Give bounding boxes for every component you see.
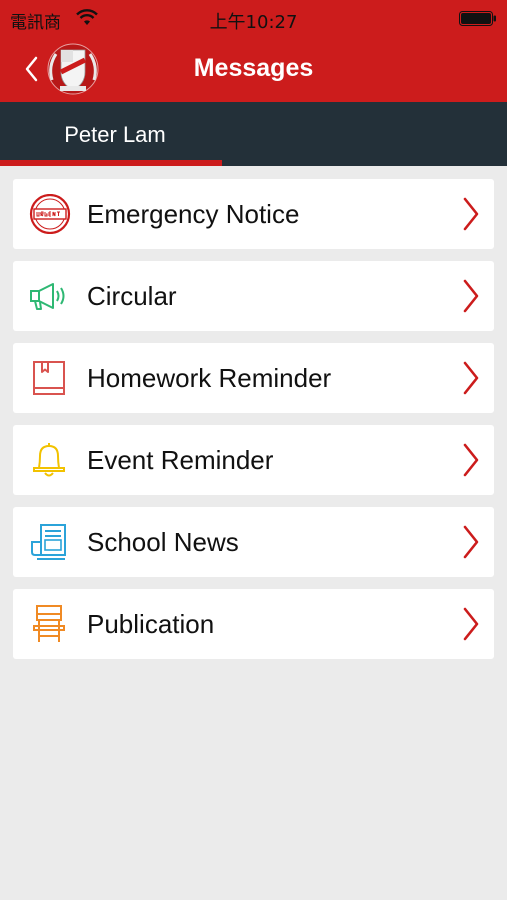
- status-bar: 電訊商 上午10:27: [0, 0, 507, 38]
- book-icon: [33, 361, 65, 395]
- tab-selected-indicator: [0, 160, 222, 166]
- battery-icon: [459, 11, 496, 26]
- list-item-label: Homework Reminder: [87, 363, 332, 393]
- list-item-school-news[interactable]: School News: [13, 507, 494, 577]
- list-item-label: Event Reminder: [87, 445, 274, 475]
- newspaper-icon: [31, 524, 66, 560]
- message-category-list: Emergency Notice Circular Homework Remin…: [13, 179, 494, 671]
- urgent-stamp-icon: [29, 194, 71, 234]
- list-item-label: Emergency Notice: [87, 199, 300, 229]
- tab-student[interactable]: Peter Lam: [0, 102, 222, 166]
- nav-bar: Messages: [0, 38, 507, 102]
- chevron-right-icon: [463, 443, 479, 477]
- page-title: Messages: [193, 54, 314, 82]
- clock: 上午10:27: [209, 12, 298, 33]
- list-item-label: Circular: [87, 281, 177, 311]
- chevron-right-icon: [463, 525, 479, 559]
- megaphone-icon: [30, 283, 65, 310]
- chevron-right-icon: [463, 279, 479, 313]
- list-item-circular[interactable]: Circular: [13, 261, 494, 331]
- list-item-emergency-notice[interactable]: Emergency Notice: [13, 179, 494, 249]
- list-item-label: Publication: [87, 609, 215, 639]
- chevron-right-icon: [463, 361, 479, 395]
- list-item-homework-reminder[interactable]: Homework Reminder: [13, 343, 494, 413]
- list-item-event-reminder[interactable]: Event Reminder: [13, 425, 494, 495]
- tab-label: Peter Lam: [64, 122, 166, 147]
- list-item-label: School News: [87, 527, 239, 557]
- lectern-icon: [33, 605, 65, 642]
- bell-icon: [33, 443, 65, 477]
- chevron-right-icon: [463, 607, 479, 641]
- tab-bar: Peter Lam: [0, 102, 507, 166]
- chevron-right-icon: [463, 197, 479, 231]
- list-item-publication[interactable]: Publication: [13, 589, 494, 659]
